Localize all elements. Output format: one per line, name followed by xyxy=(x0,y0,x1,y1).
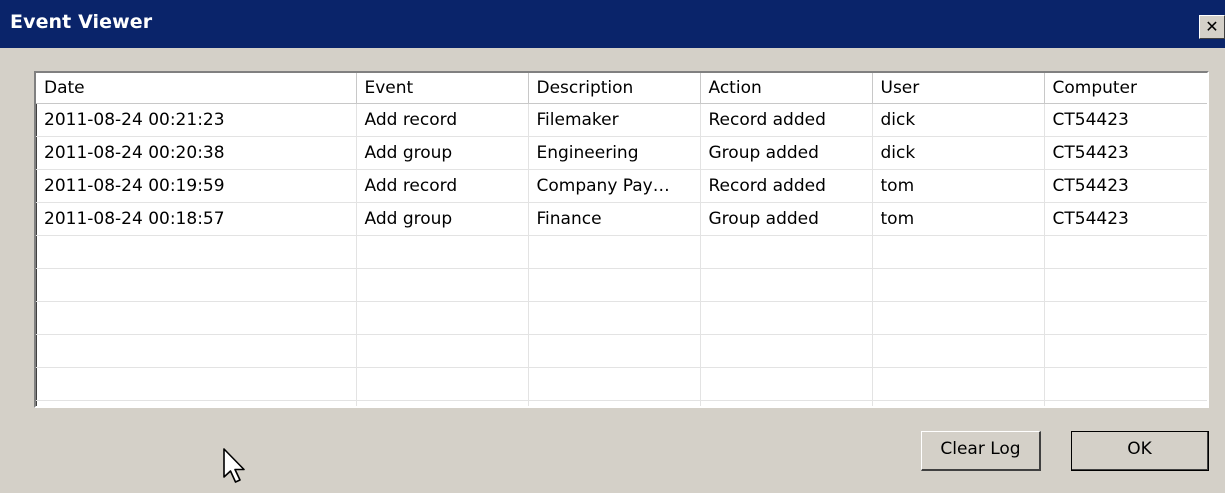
column-header-computer[interactable]: Computer xyxy=(1044,73,1207,104)
cell-date: 2011-08-24 00:18:57 xyxy=(36,202,357,236)
cell-action: Record added xyxy=(700,169,873,203)
close-button[interactable]: ✕ xyxy=(1199,15,1225,39)
cell-user: dick xyxy=(872,103,1045,137)
empty-row xyxy=(36,334,1207,368)
arrow-cursor-icon xyxy=(223,448,245,483)
cell-date: 2011-08-24 00:20:38 xyxy=(36,136,357,170)
empty-row xyxy=(36,400,1207,406)
cell-computer: CT54423 xyxy=(1044,169,1207,203)
window-title: Event Viewer xyxy=(10,11,153,33)
cell-event: Add group xyxy=(356,202,529,236)
cell-date: 2011-08-24 00:19:59 xyxy=(36,169,357,203)
table-row[interactable]: 2011-08-24 00:19:59 Add record Company P… xyxy=(36,169,1207,203)
table-row[interactable]: 2011-08-24 00:18:57 Add group Finance Gr… xyxy=(36,202,1207,236)
table-row[interactable]: 2011-08-24 00:20:38 Add group Engineerin… xyxy=(36,136,1207,170)
cell-description: Engineering xyxy=(528,136,701,170)
empty-row xyxy=(36,301,1207,335)
cell-event: Add record xyxy=(356,169,529,203)
cell-user: dick xyxy=(872,136,1045,170)
cell-computer: CT54423 xyxy=(1044,136,1207,170)
event-viewer-dialog: Event Viewer ✕ Date Event Description Ac… xyxy=(0,0,1225,493)
close-icon: ✕ xyxy=(1205,17,1219,36)
event-table: Date Event Description Action User Compu… xyxy=(36,73,1207,406)
title-bar[interactable]: Event Viewer ✕ xyxy=(0,0,1225,48)
cell-event: Add record xyxy=(356,103,529,137)
cell-description: Finance xyxy=(528,202,701,236)
cell-description: Company Pay… xyxy=(528,169,701,203)
cell-description: Filemaker xyxy=(528,103,701,137)
cell-computer: CT54423 xyxy=(1044,202,1207,236)
ok-button[interactable]: OK xyxy=(1071,431,1209,471)
column-header-user[interactable]: User xyxy=(872,73,1045,104)
cell-action: Group added xyxy=(700,202,873,236)
clear-log-button[interactable]: Clear Log xyxy=(921,431,1041,471)
column-header-date[interactable]: Date xyxy=(36,73,357,104)
empty-row xyxy=(36,235,1207,269)
column-header-description[interactable]: Description xyxy=(528,73,701,104)
table-header-row: Date Event Description Action User Compu… xyxy=(36,73,1207,104)
empty-row xyxy=(36,268,1207,302)
cell-action: Group added xyxy=(700,136,873,170)
column-header-event[interactable]: Event xyxy=(356,73,529,104)
column-header-action[interactable]: Action xyxy=(700,73,873,104)
cell-computer: CT54423 xyxy=(1044,103,1207,137)
table-row[interactable]: 2011-08-24 00:21:23 Add record Filemaker… xyxy=(36,103,1207,137)
cell-action: Record added xyxy=(700,103,873,137)
cell-user: tom xyxy=(872,202,1045,236)
cell-user: tom xyxy=(872,169,1045,203)
cell-date: 2011-08-24 00:21:23 xyxy=(36,103,357,137)
event-list[interactable]: Date Event Description Action User Compu… xyxy=(34,71,1209,408)
empty-row xyxy=(36,367,1207,401)
cell-event: Add group xyxy=(356,136,529,170)
